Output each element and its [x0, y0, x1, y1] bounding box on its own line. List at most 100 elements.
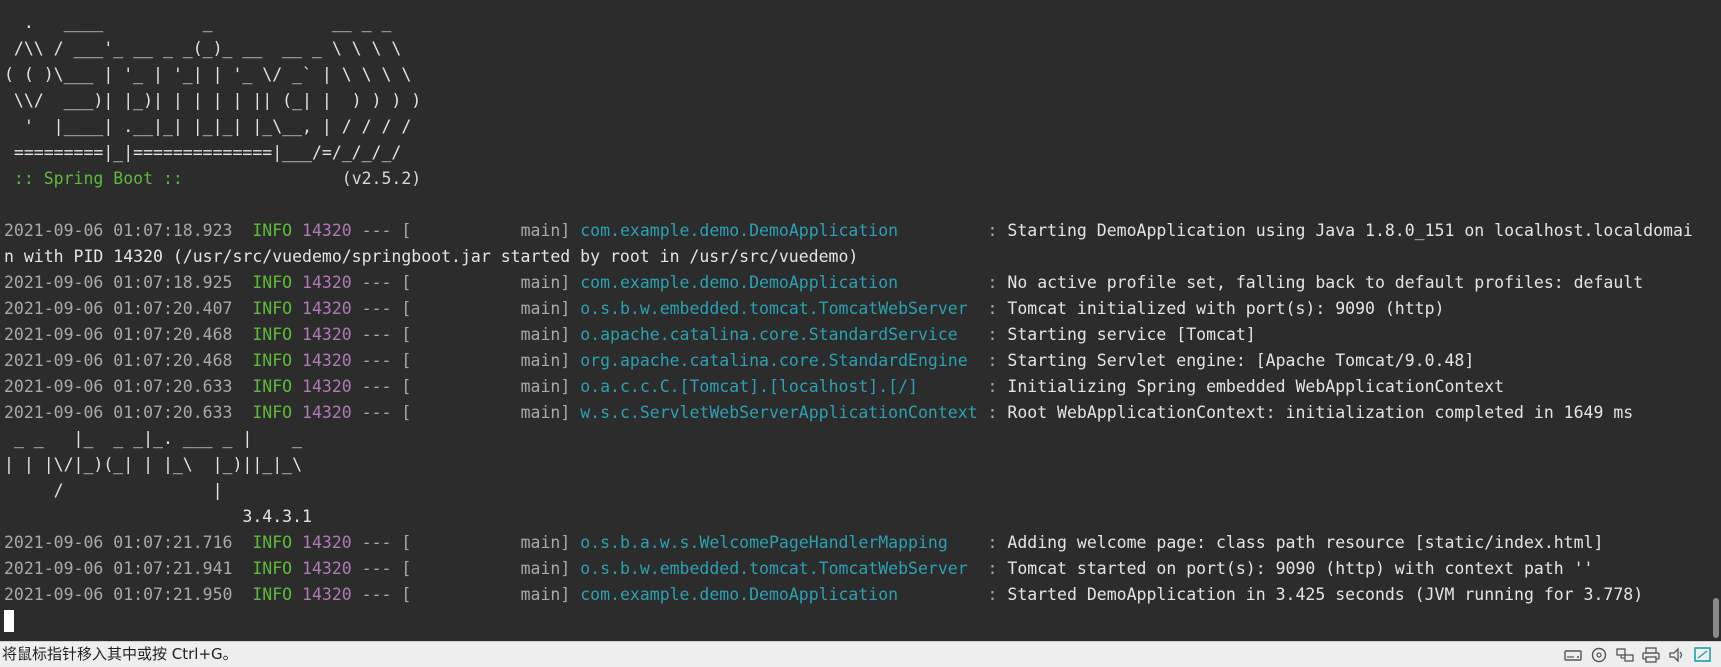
device-icons: [1563, 645, 1713, 665]
log-level: INFO: [252, 403, 293, 422]
log-line: 2021-09-06 01:07:18.925 INFO 14320 --- […: [4, 270, 1704, 296]
spring-boot-banner-line: :: Spring Boot :: (v2.5.2): [4, 166, 1704, 192]
log-separator: --- [: [351, 221, 412, 240]
log-thread-close: ]: [560, 403, 581, 422]
log-logger: w.s.c.ServletWebServerApplicationContext: [580, 403, 978, 422]
log-separator: --- [: [351, 559, 412, 578]
log-pid: 14320: [302, 273, 352, 292]
log-colon: :: [977, 221, 1008, 240]
log-message: Starting DemoApplication using Java 1.8.…: [1007, 221, 1693, 240]
terminal-output: . ____ _ __ _ _ /\\ / ___'_ __ _ _(_)_ _…: [4, 10, 1704, 634]
log-colon: :: [977, 325, 1008, 344]
log-thread: main: [411, 221, 561, 240]
log-timestamp: 2021-09-06 01:07:20.633: [4, 403, 233, 422]
log-thread: main: [411, 559, 561, 578]
log-level: INFO: [252, 351, 293, 370]
log-separator: --- [: [351, 325, 412, 344]
log-line: 2021-09-06 01:07:20.407 INFO 14320 --- […: [4, 296, 1704, 322]
log-thread-close: ]: [560, 351, 581, 370]
log-logger: com.example.demo.DemoApplication: [580, 221, 978, 240]
log-message: Starting service [Tomcat]: [1007, 325, 1256, 344]
log-colon: :: [977, 299, 1008, 318]
log-pid: 14320: [302, 377, 352, 396]
log-pid: 14320: [302, 221, 352, 240]
log-timestamp: 2021-09-06 01:07:21.716: [4, 533, 233, 552]
log-thread: main: [411, 299, 561, 318]
log-message: No active profile set, falling back to d…: [1007, 273, 1644, 292]
log-thread: main: [411, 273, 561, 292]
log-line: 2021-09-06 01:07:21.941 INFO 14320 --- […: [4, 556, 1704, 582]
log-line: 2021-09-06 01:07:20.633 INFO 14320 --- […: [4, 400, 1704, 426]
log-colon: :: [977, 377, 1008, 396]
log-pid: 14320: [302, 299, 352, 318]
cursor-line: [4, 608, 1704, 634]
log-colon: :: [977, 533, 1008, 552]
log-line: 2021-09-06 01:07:20.468 INFO 14320 --- […: [4, 348, 1704, 374]
banner-line: . ____ _ __ _ _: [4, 13, 392, 32]
log-separator: --- [: [351, 403, 412, 422]
log-thread: main: [411, 377, 561, 396]
printer-icon[interactable]: [1641, 646, 1661, 664]
log-message: Tomcat initialized with port(s): 9090 (h…: [1007, 299, 1445, 318]
terminal-window[interactable]: . ____ _ __ _ _ /\\ / ___'_ __ _ _(_)_ _…: [0, 0, 1721, 641]
message-icon[interactable]: [1693, 646, 1713, 664]
log-timestamp: 2021-09-06 01:07:18.925: [4, 273, 233, 292]
log-thread: main: [411, 351, 561, 370]
log-thread: main: [411, 403, 561, 422]
log-separator: --- [: [351, 273, 412, 292]
log-timestamp: 2021-09-06 01:07:20.633: [4, 377, 233, 396]
log-colon: :: [977, 273, 1008, 292]
log-line: 2021-09-06 01:07:18.923 INFO 14320 --- […: [4, 218, 1704, 244]
log-thread-close: ]: [560, 299, 581, 318]
banner-line: ' |____| .__|_| |_|_| |_\__, | / / / /: [4, 117, 412, 136]
spring-boot-version: (v2.5.2): [192, 169, 422, 188]
cd-rom-icon[interactable]: [1589, 646, 1609, 664]
log-level: INFO: [252, 221, 293, 240]
banner-line: ( ( )\___ | '_ | '_| | '_ \/ _` | \ \ \ …: [4, 65, 412, 84]
log-separator: --- [: [351, 299, 412, 318]
log-timestamp: 2021-09-06 01:07:18.923: [4, 221, 233, 240]
log-logger: o.s.b.a.w.s.WelcomePageHandlerMapping: [580, 533, 978, 552]
terminal-cursor: [4, 609, 14, 632]
log-level: INFO: [252, 377, 293, 396]
log-message-wrap: n with PID 14320 (/usr/src/vuedemo/sprin…: [4, 247, 859, 266]
sound-icon[interactable]: [1667, 646, 1687, 664]
log-thread: main: [411, 325, 561, 344]
log-thread-close: ]: [560, 377, 581, 396]
mybatis-banner-line: / |: [4, 481, 223, 500]
log-separator: --- [: [351, 377, 412, 396]
mybatis-version: 3.4.3.1: [4, 507, 312, 526]
log-level: INFO: [252, 273, 293, 292]
log-logger: com.example.demo.DemoApplication: [580, 585, 978, 604]
log-logger: org.apache.catalina.core.StandardEngine: [580, 351, 978, 370]
network-icon[interactable]: [1615, 646, 1635, 664]
log-logger: o.apache.catalina.core.StandardService: [580, 325, 978, 344]
log-pid: 14320: [302, 559, 352, 578]
log-thread: main: [411, 533, 561, 552]
log-timestamp: 2021-09-06 01:07:20.468: [4, 351, 233, 370]
log-colon: :: [977, 351, 1008, 370]
log-separator: --- [: [351, 533, 412, 552]
log-pid: 14320: [302, 351, 352, 370]
scrollbar-thumb[interactable]: [1713, 598, 1719, 638]
terminal-scrollbar[interactable]: [1707, 0, 1721, 641]
log-level: INFO: [252, 325, 293, 344]
log-timestamp: 2021-09-06 01:07:20.468: [4, 325, 233, 344]
log-level: INFO: [252, 585, 293, 604]
log-message: Started DemoApplication in 3.425 seconds…: [1007, 585, 1644, 604]
log-logger: o.s.b.w.embedded.tomcat.TomcatWebServer: [580, 559, 978, 578]
log-thread-close: ]: [560, 221, 581, 240]
log-timestamp: 2021-09-06 01:07:21.950: [4, 585, 233, 604]
log-pid: 14320: [302, 533, 352, 552]
log-level: INFO: [252, 299, 293, 318]
log-message: Starting Servlet engine: [Apache Tomcat/…: [1007, 351, 1475, 370]
log-separator: --- [: [351, 585, 412, 604]
log-thread-close: ]: [560, 533, 581, 552]
log-pid: 14320: [302, 403, 352, 422]
log-line: 2021-09-06 01:07:20.468 INFO 14320 --- […: [4, 322, 1704, 348]
log-separator: --- [: [351, 351, 412, 370]
hard-disk-icon[interactable]: [1563, 646, 1583, 664]
status-hint-text: 将鼠标指针移入其中或按 Ctrl+G。: [2, 645, 238, 663]
log-level: INFO: [252, 533, 293, 552]
